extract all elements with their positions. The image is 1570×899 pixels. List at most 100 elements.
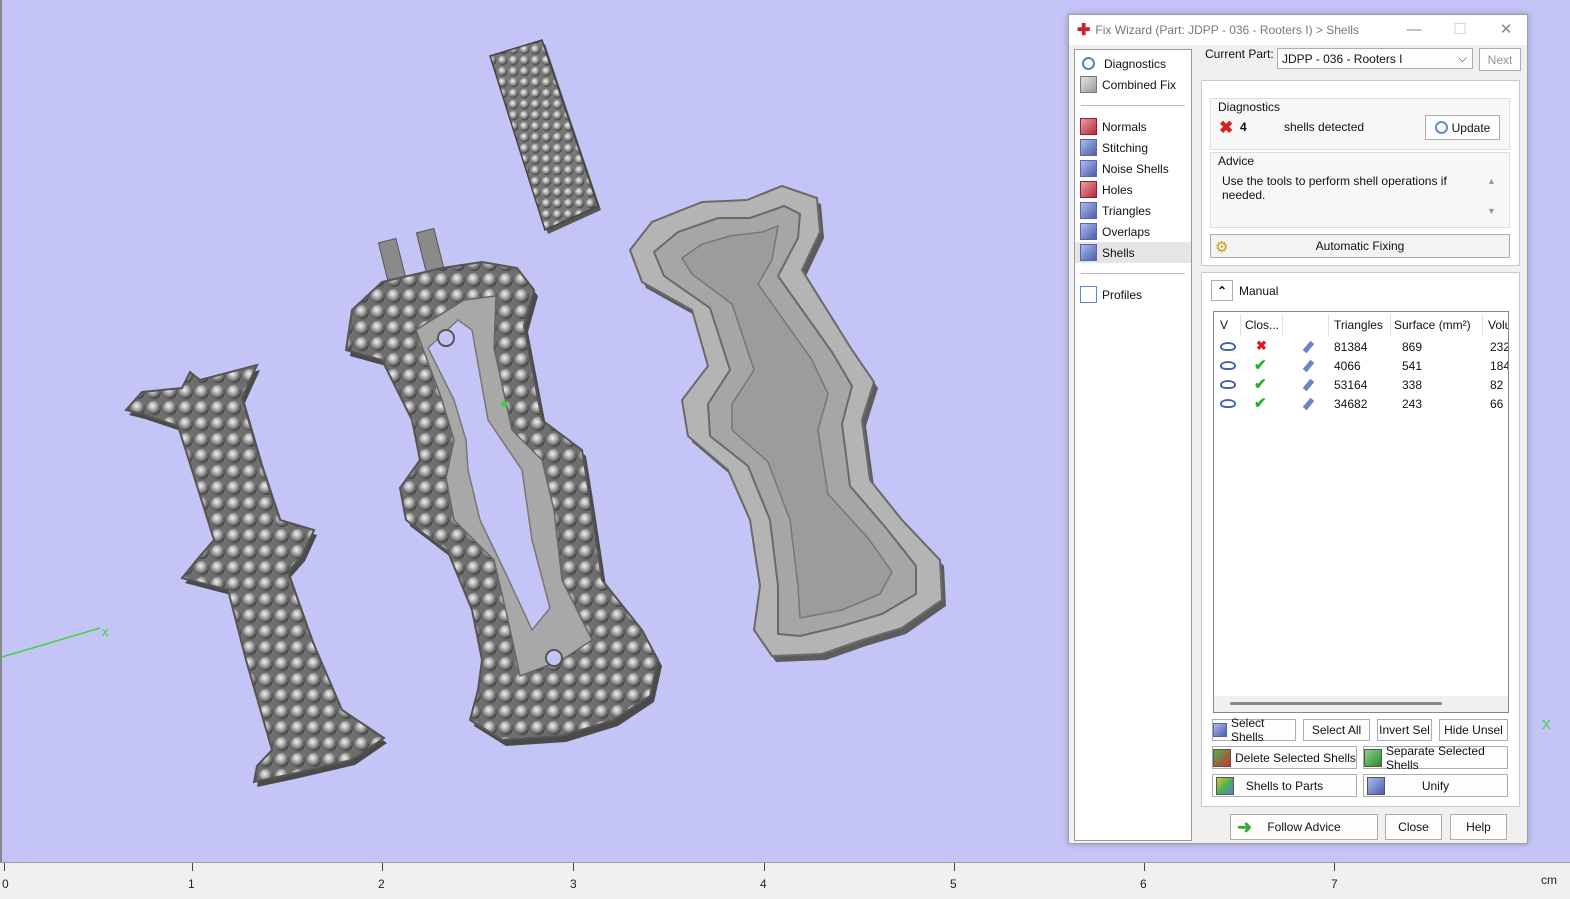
table-row[interactable]: ✔ 53164 338 82 [1214,375,1508,394]
close-button[interactable]: Close [1385,814,1442,840]
column-divider [1328,314,1329,336]
visibility-eye-icon[interactable] [1220,380,1236,389]
stitching-icon [1080,139,1097,156]
delete-shells-icon [1213,748,1232,767]
column-divider [1390,314,1391,336]
follow-advice-label: Follow Advice [1267,820,1341,834]
nav-label: Noise Shells [1102,161,1169,176]
shells-to-parts-label: Shells to Parts [1245,778,1324,793]
select-all-button[interactable]: Select All [1303,719,1370,741]
visibility-eye-icon[interactable] [1220,361,1236,370]
automatic-fixing-button[interactable]: ⚙ Automatic Fixing [1210,234,1510,258]
nav-label: Diagnostics [1104,56,1167,71]
bottom-ruler: 0 1 2 3 4 5 6 7 cm [0,862,1570,899]
visibility-eye-icon[interactable] [1220,399,1236,408]
nav-item-combined-fix[interactable]: Combined Fix [1075,74,1191,95]
nav-item-diagnostics[interactable]: Diagnostics [1075,53,1191,74]
ruler-tick [764,863,765,871]
ruler-label: 2 [378,877,385,891]
nav-item-shells[interactable]: Shells [1075,242,1191,263]
shell-pave-left[interactable] [124,363,387,787]
nav-item-stitching[interactable]: Stitching [1075,137,1191,158]
ruler-tick [1334,863,1335,871]
next-button[interactable]: Next [1479,48,1521,71]
visibility-eye-icon[interactable] [1220,342,1236,351]
magnifier-icon[interactable] [1302,378,1315,392]
table-row[interactable]: ✔ 34682 243 66 [1214,394,1508,413]
separate-selected-shells-button[interactable]: Separate Selected Shells [1363,744,1508,772]
collapse-button[interactable]: ⌃ [1211,280,1233,301]
nav-item-noise-shells[interactable]: Noise Shells [1075,158,1191,179]
nav-item-normals[interactable]: Normals [1075,116,1191,137]
column-divider [1282,314,1283,336]
follow-advice-button[interactable]: ➜ Follow Advice [1230,814,1378,840]
update-button[interactable]: Update [1425,115,1500,140]
checkmark-icon: ✔ [1254,357,1267,374]
holes-icon [1080,181,1097,198]
col-header-closed[interactable]: Clos... [1245,318,1279,332]
advice-title: Advice [1218,154,1255,168]
select-shells-button[interactable]: Select Shells [1212,716,1296,744]
nav-item-triangles[interactable]: Triangles [1075,200,1191,221]
ruler-tick [4,863,5,871]
unify-label: Unify [1421,778,1450,793]
cell-surface: 541 [1402,359,1423,373]
nav-label: Profiles [1102,287,1143,302]
col-header-triangles[interactable]: Triangles [1334,318,1383,332]
magnifier-icon[interactable] [1302,397,1315,411]
hide-unsel-button[interactable]: Hide Unsel [1439,719,1508,741]
cell-volume: 184 [1490,359,1509,373]
shell-pave-bar[interactable] [489,39,601,234]
close-window-button[interactable]: ✕ [1491,19,1521,41]
magnifier-icon[interactable] [1302,359,1315,373]
current-part-label: Current Part: [1205,47,1274,61]
nav-label: Combined Fix [1102,77,1177,92]
col-header-volume[interactable]: Volu [1488,318,1508,332]
current-part-select[interactable]: JDPP - 036 - Rooters I ⌵ [1277,48,1473,69]
shells-to-parts-button[interactable]: Shells to Parts [1212,774,1357,797]
ruler-unit: cm [1541,873,1557,887]
shell-plain-plate[interactable] [628,184,946,662]
ruler-label: 3 [570,877,577,891]
ruler-tick [573,863,574,871]
shell-pave-frame[interactable] [344,227,662,746]
shells-count: 4 [1240,120,1247,134]
magnifier-icon[interactable] [1302,340,1315,354]
cell-surface: 243 [1402,397,1423,411]
checkmark-icon: ✔ [1254,376,1267,393]
ruler-tick [1144,863,1145,871]
column-divider [1240,314,1241,336]
scroll-down-arrow-icon[interactable]: ▼ [1487,206,1496,216]
checkmark-icon: ✔ [1254,395,1267,412]
shells-table: V Clos... Triangles Surface (mm²) Volu ✖… [1213,311,1509,713]
ruler-label: 1 [188,877,195,891]
col-header-surface[interactable]: Surface (mm²) [1394,318,1471,332]
scrollbar-thumb[interactable] [1230,702,1442,705]
delete-selected-shells-button[interactable]: Delete Selected Shells [1212,746,1357,769]
nav-item-overlaps[interactable]: Overlaps [1075,221,1191,242]
help-button[interactable]: Help [1450,814,1507,840]
invert-sel-button[interactable]: Invert Sel [1377,719,1432,741]
ruler-tick [954,863,955,871]
ruler-label: 4 [760,877,767,891]
nav-item-profiles[interactable]: Profiles [1075,284,1191,305]
col-header-visible[interactable]: V [1220,318,1228,332]
table-row[interactable]: ✖ 81384 869 232 [1214,337,1508,356]
magnifier-icon [1082,57,1095,70]
cell-volume: 66 [1490,397,1504,411]
unify-button[interactable]: Unify [1363,774,1508,797]
nav-divider [1081,105,1185,106]
cell-surface: 338 [1402,378,1423,392]
green-arrow-icon: ➜ [1237,817,1253,837]
dialog-title: Fix Wizard (Part: JDPP - 036 - Rooters I… [1095,23,1359,37]
scroll-up-arrow-icon[interactable]: ▲ [1487,176,1496,186]
table-row[interactable]: ✔ 4066 541 184 [1214,356,1509,375]
manual-title: Manual [1239,284,1279,298]
shells-to-parts-icon [1216,776,1234,795]
horizontal-scrollbar[interactable] [1214,696,1508,712]
open-x-icon: ✖ [1256,338,1267,353]
unify-icon [1367,776,1385,795]
update-label: Update [1451,120,1491,135]
minimize-button[interactable]: — [1399,19,1429,41]
nav-item-holes[interactable]: Holes [1075,179,1191,200]
